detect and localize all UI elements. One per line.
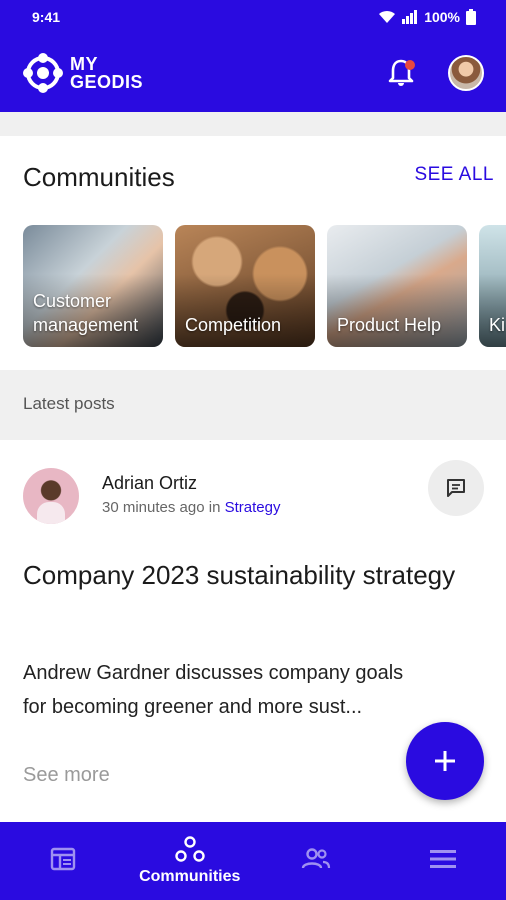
- status-icons: 100%: [378, 9, 476, 25]
- app-actions: [386, 55, 484, 91]
- people-icon: [302, 848, 331, 869]
- notifications-button[interactable]: [386, 58, 416, 88]
- plus-icon: [435, 751, 455, 771]
- see-more-link[interactable]: See more: [23, 764, 110, 787]
- post-category-link[interactable]: Strategy: [225, 499, 281, 516]
- wifi-icon: [379, 10, 396, 23]
- comment-icon: [447, 479, 465, 497]
- latest-posts-label: Latest posts: [23, 394, 115, 413]
- author-name[interactable]: Adrian Ortiz: [102, 473, 197, 494]
- logo-text: MY GEODIS: [70, 55, 143, 91]
- post-meta: 30 minutes ago in Strategy: [102, 499, 280, 516]
- community-card-competition[interactable]: Competition: [175, 225, 315, 347]
- see-all-link[interactable]: SEE ALL: [414, 164, 494, 186]
- app-bar: MY GEODIS: [0, 34, 506, 112]
- community-card-label: Product Help: [337, 315, 442, 335]
- nav-item-menu[interactable]: [380, 822, 506, 900]
- post-excerpt: Andrew Gardner discusses company goals f…: [23, 662, 404, 718]
- menu-icon: [429, 850, 456, 868]
- logo-line2: GEODIS: [70, 72, 144, 92]
- create-post-button[interactable]: [406, 722, 484, 800]
- community-card-partial[interactable]: Ki: [479, 225, 506, 347]
- author-avatar[interactable]: [23, 468, 79, 524]
- signal-icon: [402, 10, 418, 24]
- comment-button[interactable]: [428, 460, 484, 516]
- nav-item-feed[interactable]: [0, 822, 127, 900]
- post-title[interactable]: Company 2023 sustainability strategy: [23, 556, 463, 595]
- community-card-product-help[interactable]: Product Help: [327, 225, 467, 347]
- status-time: 9:41: [32, 9, 61, 25]
- community-card-label: Customer management: [33, 291, 139, 335]
- news-feed-icon: [51, 847, 76, 871]
- community-card-label: Ki: [489, 315, 506, 335]
- community-cards: Customer management Competition Product …: [23, 225, 506, 347]
- nav-item-people[interactable]: [253, 822, 380, 900]
- bottom-nav: Communities: [0, 822, 506, 900]
- community-card-label: Competition: [185, 315, 282, 335]
- battery-icon: [466, 9, 476, 25]
- logo-line1: MY: [70, 54, 98, 74]
- nav-label-communities: Communities: [139, 868, 241, 885]
- communities-icon: [175, 836, 205, 862]
- battery-percent: 100%: [424, 9, 460, 25]
- app-logo[interactable]: MY GEODIS: [22, 52, 143, 94]
- communities-title: Communities: [23, 162, 175, 192]
- community-card-customer-management[interactable]: Customer management: [23, 225, 163, 347]
- communities-section: Communities SEE ALL Customer management …: [0, 136, 506, 370]
- status-bar: 9:41 100%: [0, 0, 506, 34]
- user-avatar[interactable]: [448, 55, 484, 91]
- notification-dot: [405, 60, 415, 70]
- post-in-word: in: [208, 499, 221, 516]
- post-time: 30 minutes ago: [102, 499, 205, 516]
- nav-item-communities[interactable]: Communities: [127, 822, 254, 900]
- geodis-logo-icon: [23, 53, 63, 93]
